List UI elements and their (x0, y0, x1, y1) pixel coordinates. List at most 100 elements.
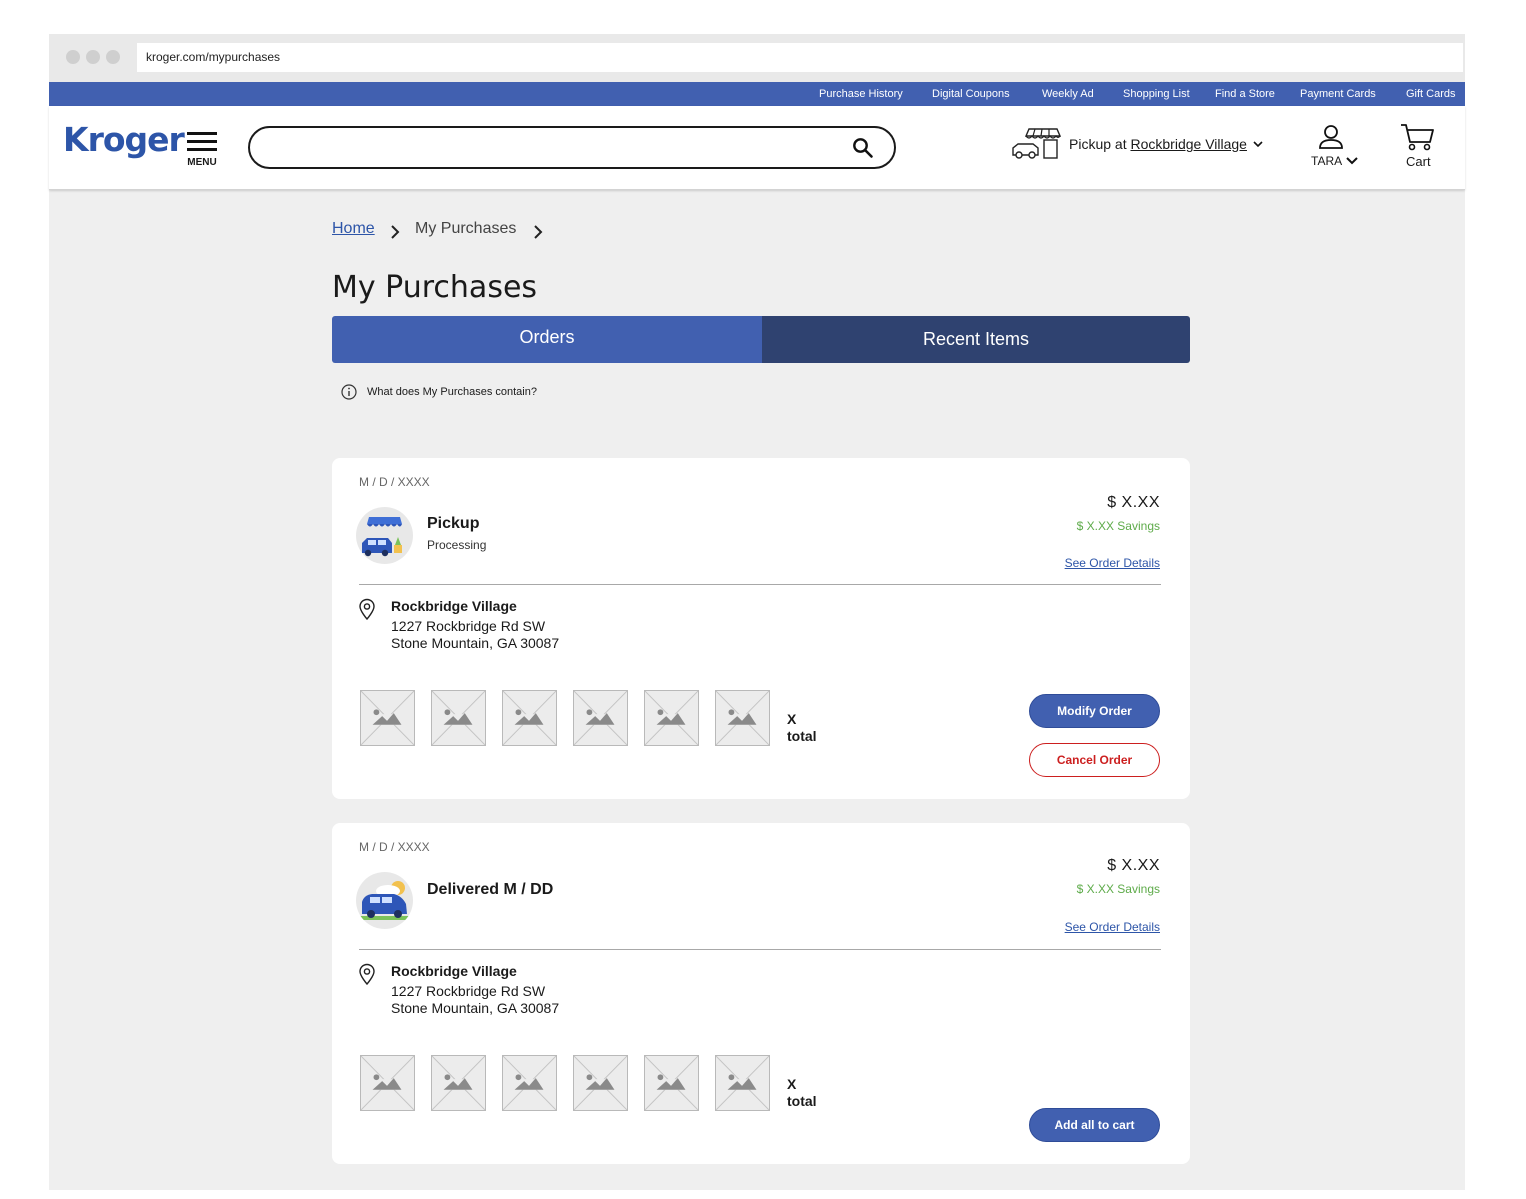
product-image-placeholder[interactable] (360, 1055, 415, 1111)
utility-nav: Purchase History Digital Coupons Weekly … (49, 82, 1465, 106)
search-input[interactable] (268, 136, 838, 160)
image-placeholder-icon (716, 691, 769, 745)
menu-button[interactable]: MENU (185, 132, 219, 168)
store-address-line1: 1227 Rockbridge Rd SW (391, 618, 546, 634)
pickup-order-illustration (362, 517, 402, 557)
chevron-down-icon (1346, 157, 1358, 165)
store-name: Rockbridge Village (391, 963, 517, 979)
see-order-details-link[interactable]: See Order Details (1065, 920, 1160, 934)
utility-link-purchase-history[interactable]: Purchase History (819, 82, 903, 106)
modify-order-button[interactable]: Modify Order (1029, 694, 1160, 728)
info-icon (341, 384, 357, 400)
site-header: Kroger MENU Pickup at Rockbridge Village… (49, 106, 1465, 190)
image-placeholder-icon (503, 1056, 556, 1110)
product-image-placeholder[interactable] (431, 1055, 486, 1111)
item-count: X total (787, 711, 817, 745)
item-count-value: X (787, 711, 797, 727)
cart-button[interactable]: Cart (1399, 122, 1441, 172)
window-minimize-dot[interactable] (86, 50, 100, 64)
image-placeholder-icon (432, 1056, 485, 1110)
item-count-value: X (787, 1076, 797, 1092)
menu-icon (187, 132, 217, 135)
pickup-order-icon (356, 507, 413, 564)
product-image-placeholder[interactable] (715, 1055, 770, 1111)
chevron-down-icon[interactable] (1252, 139, 1264, 149)
chevron-right-icon (534, 225, 543, 239)
product-image-placeholder[interactable] (573, 690, 628, 746)
pickup-store-link[interactable]: Rockbridge Village (1130, 136, 1246, 152)
kroger-logo[interactable]: Kroger (63, 120, 185, 159)
utility-link-weekly-ad[interactable]: Weekly Ad (1042, 82, 1094, 106)
account-button[interactable]: TARA (1311, 124, 1363, 172)
window-close-dot[interactable] (66, 50, 80, 64)
search-icon[interactable] (851, 136, 875, 160)
chevron-right-icon (391, 225, 400, 239)
browser-toolbar: kroger.com/mypurchases (49, 34, 1465, 82)
breadcrumb-home-link[interactable]: Home (332, 220, 375, 238)
purchase-tabs: Orders Recent Items (332, 316, 1190, 363)
see-order-details-link[interactable]: See Order Details (1065, 556, 1160, 570)
divider (359, 584, 1161, 585)
store-address-line1: 1227 Rockbridge Rd SW (391, 983, 546, 999)
image-placeholder-icon (645, 1056, 698, 1110)
image-placeholder-icon (574, 1056, 627, 1110)
item-count-suffix: total (787, 1093, 817, 1109)
image-placeholder-icon (361, 691, 414, 745)
order-status: Processing (427, 538, 487, 552)
menu-label: MENU (187, 157, 217, 168)
tab-orders[interactable]: Orders (332, 316, 762, 363)
item-count: X total (787, 1076, 817, 1110)
order-total: $ X.XX (1107, 494, 1160, 511)
page-title: My Purchases (332, 270, 538, 305)
breadcrumb-current: My Purchases (415, 220, 517, 237)
store-address-line2: Stone Mountain, GA 30087 (391, 1000, 560, 1016)
account-name: TARA (1311, 154, 1343, 168)
order-type: Pickup (427, 515, 480, 532)
store-address-line2: Stone Mountain, GA 30087 (391, 635, 560, 651)
item-count-suffix: total (787, 728, 817, 744)
add-all-to-cart-button[interactable]: Add all to cart (1029, 1108, 1160, 1142)
product-image-placeholder[interactable] (715, 690, 770, 746)
utility-link-payment-cards[interactable]: Payment Cards (1300, 82, 1376, 106)
utility-link-digital-coupons[interactable]: Digital Coupons (932, 82, 1010, 106)
product-image-placeholder[interactable] (644, 690, 699, 746)
window-maximize-dot[interactable] (106, 50, 120, 64)
utility-link-shopping-list[interactable]: Shopping List (1123, 82, 1190, 106)
product-image-placeholder[interactable] (502, 690, 557, 746)
utility-link-find-a-store[interactable]: Find a Store (1215, 82, 1275, 106)
address-bar[interactable]: kroger.com/mypurchases (137, 43, 1463, 72)
pickup-location-selector[interactable]: Pickup at Rockbridge Village (1069, 136, 1247, 152)
info-text: What does My Purchases contain? (367, 386, 537, 398)
product-image-placeholder[interactable] (360, 690, 415, 746)
pickup-store-icon[interactable] (1011, 126, 1061, 160)
pickup-prefix: Pickup at (1069, 136, 1131, 152)
image-placeholder-icon (361, 1056, 414, 1110)
search-bar (248, 126, 896, 169)
order-total: $ X.XX (1107, 857, 1160, 874)
cancel-order-button[interactable]: Cancel Order (1029, 743, 1160, 777)
menu-icon-bar (187, 148, 217, 151)
product-image-placeholder[interactable] (431, 690, 486, 746)
delivery-order-icon (356, 872, 413, 929)
image-placeholder-icon (645, 691, 698, 745)
tab-recent-items[interactable]: Recent Items (762, 316, 1190, 363)
order-card: M / D / XXXX Pickup Processing $ X.XX $ … (332, 458, 1190, 799)
browser-window: kroger.com/mypurchases Purchase History … (49, 34, 1465, 1190)
order-savings: $ X.XX Savings (1076, 882, 1160, 896)
utility-link-gift-cards[interactable]: Gift Cards (1406, 82, 1456, 106)
product-image-placeholder[interactable] (502, 1055, 557, 1111)
cart-label: Cart (1406, 154, 1431, 169)
order-savings: $ X.XX Savings (1076, 519, 1160, 533)
menu-icon-bar (187, 140, 217, 143)
product-image-placeholder[interactable] (644, 1055, 699, 1111)
user-icon (1319, 125, 1343, 149)
store-name: Rockbridge Village (391, 598, 517, 614)
cart-icon (1401, 124, 1434, 151)
order-date: M / D / XXXX (359, 475, 430, 489)
order-card: M / D / XXXX Delivered M / DD $ X.XX $ X… (332, 823, 1190, 1164)
image-placeholder-icon (432, 691, 485, 745)
location-pin-icon (359, 963, 375, 985)
product-image-placeholder[interactable] (573, 1055, 628, 1111)
order-date: M / D / XXXX (359, 840, 430, 854)
location-pin-icon (359, 598, 375, 620)
